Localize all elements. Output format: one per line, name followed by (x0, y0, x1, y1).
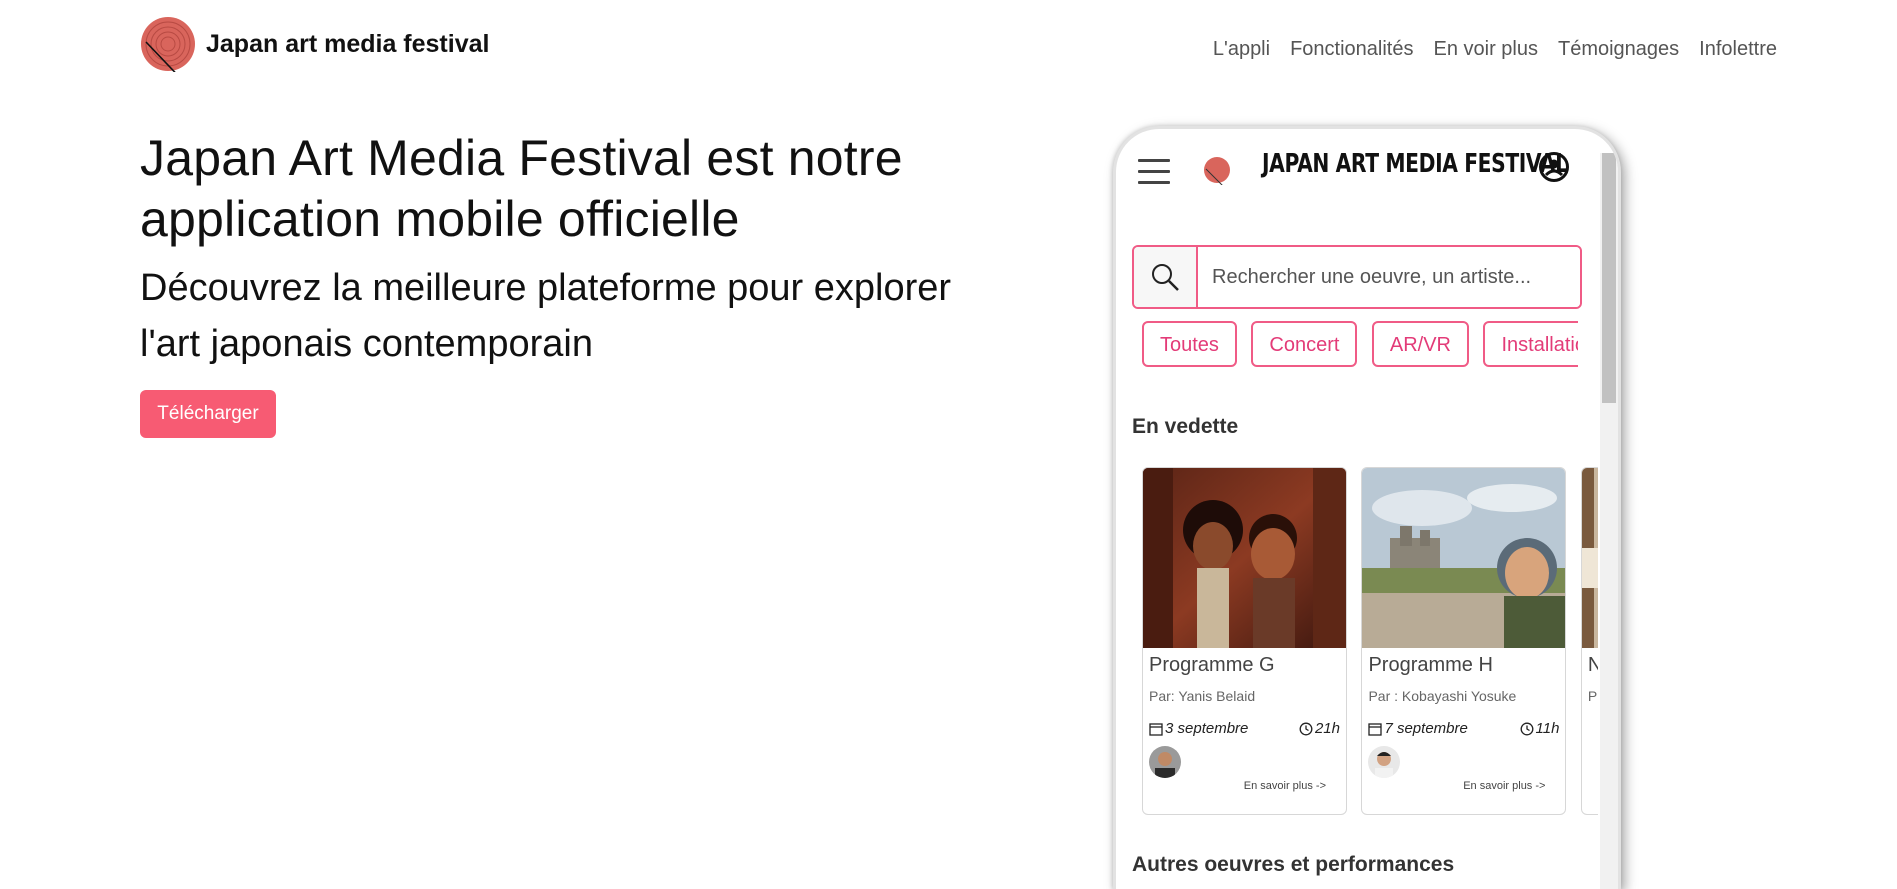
nav-link-en-voir-plus[interactable]: En voir plus (1433, 38, 1538, 61)
filter-chip-ar-vr[interactable]: AR/VR (1371, 321, 1469, 367)
event-time: 11h (1520, 720, 1560, 737)
event-artist: Par : Kobayashi Yosuke (1368, 688, 1517, 704)
concentric-circle-logo-icon (140, 16, 196, 87)
phone-mockup: JAPAN ART MEDIA FESTIVAL Toutes Concert … (1113, 126, 1621, 889)
event-image (1143, 468, 1346, 648)
featured-section-title: En vedette (1132, 415, 1239, 438)
clock-icon (1299, 722, 1313, 735)
clock-icon (1520, 722, 1533, 735)
event-date-text: 7 septembre (1384, 720, 1468, 737)
nav-link-lappli[interactable]: L'appli (1213, 38, 1270, 61)
event-card[interactable]: Programme G Par: Yanis Belaid 3 septembr… (1142, 467, 1347, 815)
calendar-icon (1368, 722, 1383, 736)
nav-link-infolettre[interactable]: Infolettre (1699, 38, 1777, 61)
event-artist: P (1587, 688, 1598, 704)
other-works-section-title: Autres oeuvres et performances (1132, 853, 1455, 876)
hamburger-menu-icon[interactable] (1138, 159, 1170, 185)
brand[interactable]: Japan art media festival (140, 16, 490, 87)
app-logo-icon (1202, 155, 1232, 188)
event-card[interactable]: Programme H Par : Kobayashi Yosuke 7 sep… (1361, 467, 1567, 815)
search-icon[interactable] (1134, 247, 1198, 307)
event-time-text: 11h (1535, 720, 1560, 737)
event-artist: Par: Yanis Belaid (1149, 688, 1256, 704)
event-time-text: 21h (1314, 720, 1340, 737)
app-title: JAPAN ART MEDIA FESTIVAL (1262, 149, 1568, 179)
filter-chip-concert[interactable]: Concert (1251, 321, 1358, 367)
calendar-icon (1149, 722, 1163, 736)
top-navigation: L'appli Fonctionalités En voir plus Témo… (1213, 38, 1777, 61)
filter-chip-toutes[interactable]: Toutes (1142, 321, 1237, 367)
phone-scrollbar[interactable] (1600, 153, 1618, 889)
search-input[interactable] (1198, 247, 1580, 307)
nav-link-fonctionalites[interactable]: Fonctionalités (1290, 38, 1413, 61)
event-title: Programme G (1149, 654, 1275, 676)
nav-link-temoignages[interactable]: Témoignages (1558, 38, 1679, 61)
event-title: N (1588, 654, 1598, 677)
hero-section: Japan Art Media Festival est notre appli… (140, 128, 980, 372)
event-title: Programme H (1368, 654, 1493, 676)
download-button[interactable]: Télécharger (140, 390, 276, 438)
filter-chip-installation[interactable]: Installation (1483, 321, 1578, 367)
hero-subtitle: Découvrez la meilleure plateforme pour e… (140, 267, 952, 365)
event-card[interactable]: N P (1580, 467, 1598, 815)
learn-more-link[interactable]: En savoir plus -> (1463, 780, 1545, 792)
event-image (1581, 468, 1598, 648)
category-filters: Toutes Concert AR/VR Installation (1142, 321, 1578, 371)
user-account-icon[interactable] (1538, 151, 1570, 183)
event-time: 21h (1299, 720, 1340, 737)
learn-more-link[interactable]: En savoir plus -> (1244, 780, 1326, 792)
app-header: JAPAN ART MEDIA FESTIVAL (1116, 129, 1598, 219)
featured-carousel[interactable]: Programme G Par: Yanis Belaid 3 septembr… (1142, 467, 1598, 815)
event-date-text: 3 septembre (1165, 720, 1249, 737)
event-image (1362, 468, 1566, 648)
brand-name: Japan art media festival (206, 29, 490, 58)
hero-title: Japan Art Media Festival est notre appli… (140, 130, 903, 247)
artist-avatar (1368, 746, 1401, 778)
search-bar (1132, 245, 1582, 309)
event-date: 3 septembre (1149, 720, 1248, 737)
artist-avatar (1149, 746, 1181, 778)
event-date: 7 septembre (1368, 720, 1468, 737)
phone-scrollbar-thumb[interactable] (1602, 153, 1616, 403)
